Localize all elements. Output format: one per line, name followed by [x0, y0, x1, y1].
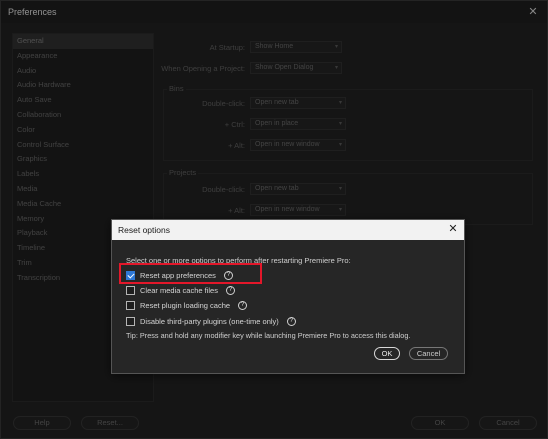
dialog-title-bar: Reset options ✕	[112, 220, 464, 240]
option-clear-media-cache[interactable]: Clear media cache files ?	[126, 284, 235, 296]
dialog-close-icon[interactable]: ✕	[446, 222, 460, 236]
dialog-ok-button[interactable]: OK	[374, 347, 400, 360]
option-label: Clear media cache files	[140, 285, 218, 295]
dialog-cancel-button[interactable]: Cancel	[409, 347, 448, 360]
dialog-title: Reset options	[118, 225, 170, 235]
highlight-annotation	[119, 263, 262, 284]
option-label: Reset plugin loading cache	[140, 300, 231, 310]
help-icon[interactable]: ?	[225, 285, 235, 295]
option-disable-third-party-plugins[interactable]: Disable third-party plugins (one-time on…	[126, 315, 296, 327]
help-icon[interactable]: ?	[286, 316, 296, 326]
option-label: Disable third-party plugins (one-time on…	[140, 316, 279, 326]
option-reset-plugin-cache[interactable]: Reset plugin loading cache ?	[126, 299, 248, 311]
checkbox[interactable]	[126, 285, 135, 295]
help-icon[interactable]: ?	[238, 300, 248, 310]
dialog-tip: Tip: Press and hold any modifier key whi…	[126, 331, 411, 340]
reset-options-dialog: Reset options ✕ Select one or more optio…	[111, 219, 465, 374]
checkbox[interactable]	[126, 316, 135, 326]
checkbox[interactable]	[126, 300, 135, 310]
